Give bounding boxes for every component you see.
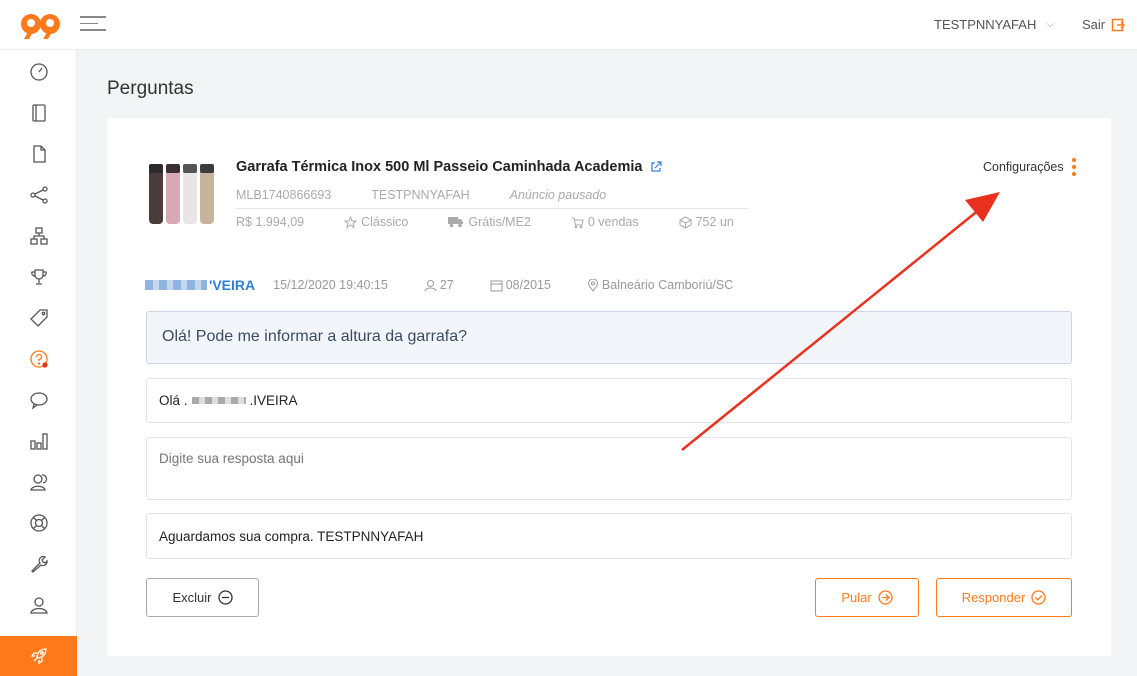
notebook-icon: [31, 104, 46, 122]
product-title-text: Garrafa Térmica Inox 500 Ml Passeio Cami…: [236, 159, 643, 175]
arrow-right-circle-icon: [878, 590, 893, 605]
tag-icon: [29, 309, 48, 327]
question-meta: 'VEIRA 15/12/2020 19:40:15 27 08/2015 Ba…: [145, 277, 769, 293]
wrench-icon: [30, 555, 48, 573]
product-meta-secondary: R$ 1.994,09 Clássico Grátis/ME2 0 vendas…: [236, 215, 774, 229]
check-circle-icon: [1031, 590, 1046, 605]
minus-circle-icon: [217, 590, 233, 605]
cart-icon: [571, 217, 584, 228]
question-datetime: 15/12/2020 19:40:15: [273, 278, 388, 292]
buyer-location: Balneário Camboriú/SC: [587, 278, 733, 292]
dashboard-icon: [29, 63, 48, 81]
redacted-name: [145, 280, 207, 290]
logout-icon: [1111, 18, 1126, 31]
sidebar-item-tags[interactable]: [0, 298, 77, 338]
rocket-icon: [30, 648, 47, 665]
logout-label: Sair: [1082, 17, 1106, 32]
buyer-rating: 27: [424, 278, 454, 292]
box-icon: [678, 215, 692, 229]
sidebar-item-tools[interactable]: [0, 544, 77, 584]
skip-label: Pular: [841, 590, 872, 605]
listing-type: Clássico: [344, 215, 408, 229]
sidebar-item-reports[interactable]: [0, 421, 77, 461]
member-since: 08/2015: [490, 278, 551, 292]
settings-label: Configurações: [983, 160, 1064, 174]
hierarchy-icon: [29, 227, 48, 245]
skip-button[interactable]: Pular: [815, 578, 919, 617]
location-pin-icon: [587, 278, 598, 292]
redacted-name: [191, 397, 246, 404]
document-icon: [32, 145, 46, 163]
chat-icon: [29, 392, 48, 410]
sidebar-item-support[interactable]: [0, 503, 77, 543]
star-icon: [344, 215, 358, 229]
sidebar-item-trophy[interactable]: [0, 257, 77, 297]
question-card: Garrafa Térmica Inox 500 Ml Passeio Cami…: [107, 118, 1111, 656]
kebab-menu-icon: [1071, 158, 1076, 176]
share-icon: [29, 186, 48, 204]
sidebar-item-users[interactable]: [0, 462, 77, 502]
product-seller: TESTPNNYAFAH: [371, 188, 470, 202]
sidebar: [0, 50, 77, 676]
product-meta-primary: MLB1740866693 TESTPNNYAFAH Anúncio pausa…: [236, 188, 606, 202]
product-thumbnail[interactable]: [147, 162, 222, 226]
lifebuoy-icon: [29, 514, 48, 532]
reply-button[interactable]: Responder: [936, 578, 1072, 617]
user-menu[interactable]: TESTPNNYAFAH ⌵: [934, 17, 1054, 32]
reply-label: Responder: [961, 590, 1026, 605]
product-title[interactable]: Garrafa Térmica Inox 500 Ml Passeio Cami…: [236, 159, 663, 175]
trophy-icon: [30, 269, 47, 285]
product-status: Anúncio pausado: [509, 188, 607, 202]
user-icon: [29, 597, 48, 614]
sidebar-item-notebook[interactable]: [0, 93, 77, 133]
question-text: Olá! Pode me informar a altura da garraf…: [146, 311, 1072, 364]
sidebar-item-boost[interactable]: [0, 636, 77, 676]
sidebar-item-documents[interactable]: [0, 134, 77, 174]
chevron-down-icon: ⌵: [1046, 19, 1054, 30]
buyer-name[interactable]: 'VEIRA: [145, 277, 255, 293]
product-id: MLB1740866693: [236, 188, 332, 202]
delete-label: Excluir: [172, 590, 212, 605]
top-bar: TESTPNNYAFAH ⌵ Sair: [0, 0, 1137, 50]
sidebar-item-dashboard[interactable]: [0, 52, 77, 92]
user-name: TESTPNNYAFAH: [934, 17, 1037, 32]
users-icon: [29, 474, 47, 491]
delete-button[interactable]: Excluir: [146, 578, 259, 617]
app-logo[interactable]: [20, 12, 62, 40]
sidebar-item-hierarchy[interactable]: [0, 216, 77, 256]
page-title: Perguntas: [107, 78, 194, 99]
logout-button[interactable]: Sair: [1082, 17, 1126, 32]
sidebar-item-chat[interactable]: [0, 380, 77, 420]
reply-signature[interactable]: Aguardamos sua compra. TESTPNNYAFAH: [146, 513, 1072, 559]
sidebar-item-questions[interactable]: [0, 339, 77, 379]
product-price: R$ 1.994,09: [236, 215, 305, 229]
settings-menu-button[interactable]: Configurações: [983, 158, 1076, 176]
bar-chart-icon: [29, 433, 48, 450]
reply-greeting[interactable]: Olá . .IVEIRA: [146, 378, 1072, 423]
person-icon: [424, 279, 437, 291]
calendar-icon: [490, 280, 503, 291]
shipping: Grátis/ME2: [448, 215, 531, 229]
stock-count: 752 un: [678, 215, 734, 229]
question-icon: [29, 350, 48, 368]
reply-input[interactable]: [146, 437, 1072, 500]
sales-count: 0 vendas: [571, 215, 639, 229]
sidebar-item-profile[interactable]: [0, 585, 77, 625]
sidebar-item-share[interactable]: [0, 175, 77, 215]
meta-divider: [236, 208, 748, 209]
external-link-icon[interactable]: [650, 161, 663, 173]
truck-icon: [448, 217, 464, 228]
hamburger-menu-button[interactable]: [80, 16, 106, 36]
